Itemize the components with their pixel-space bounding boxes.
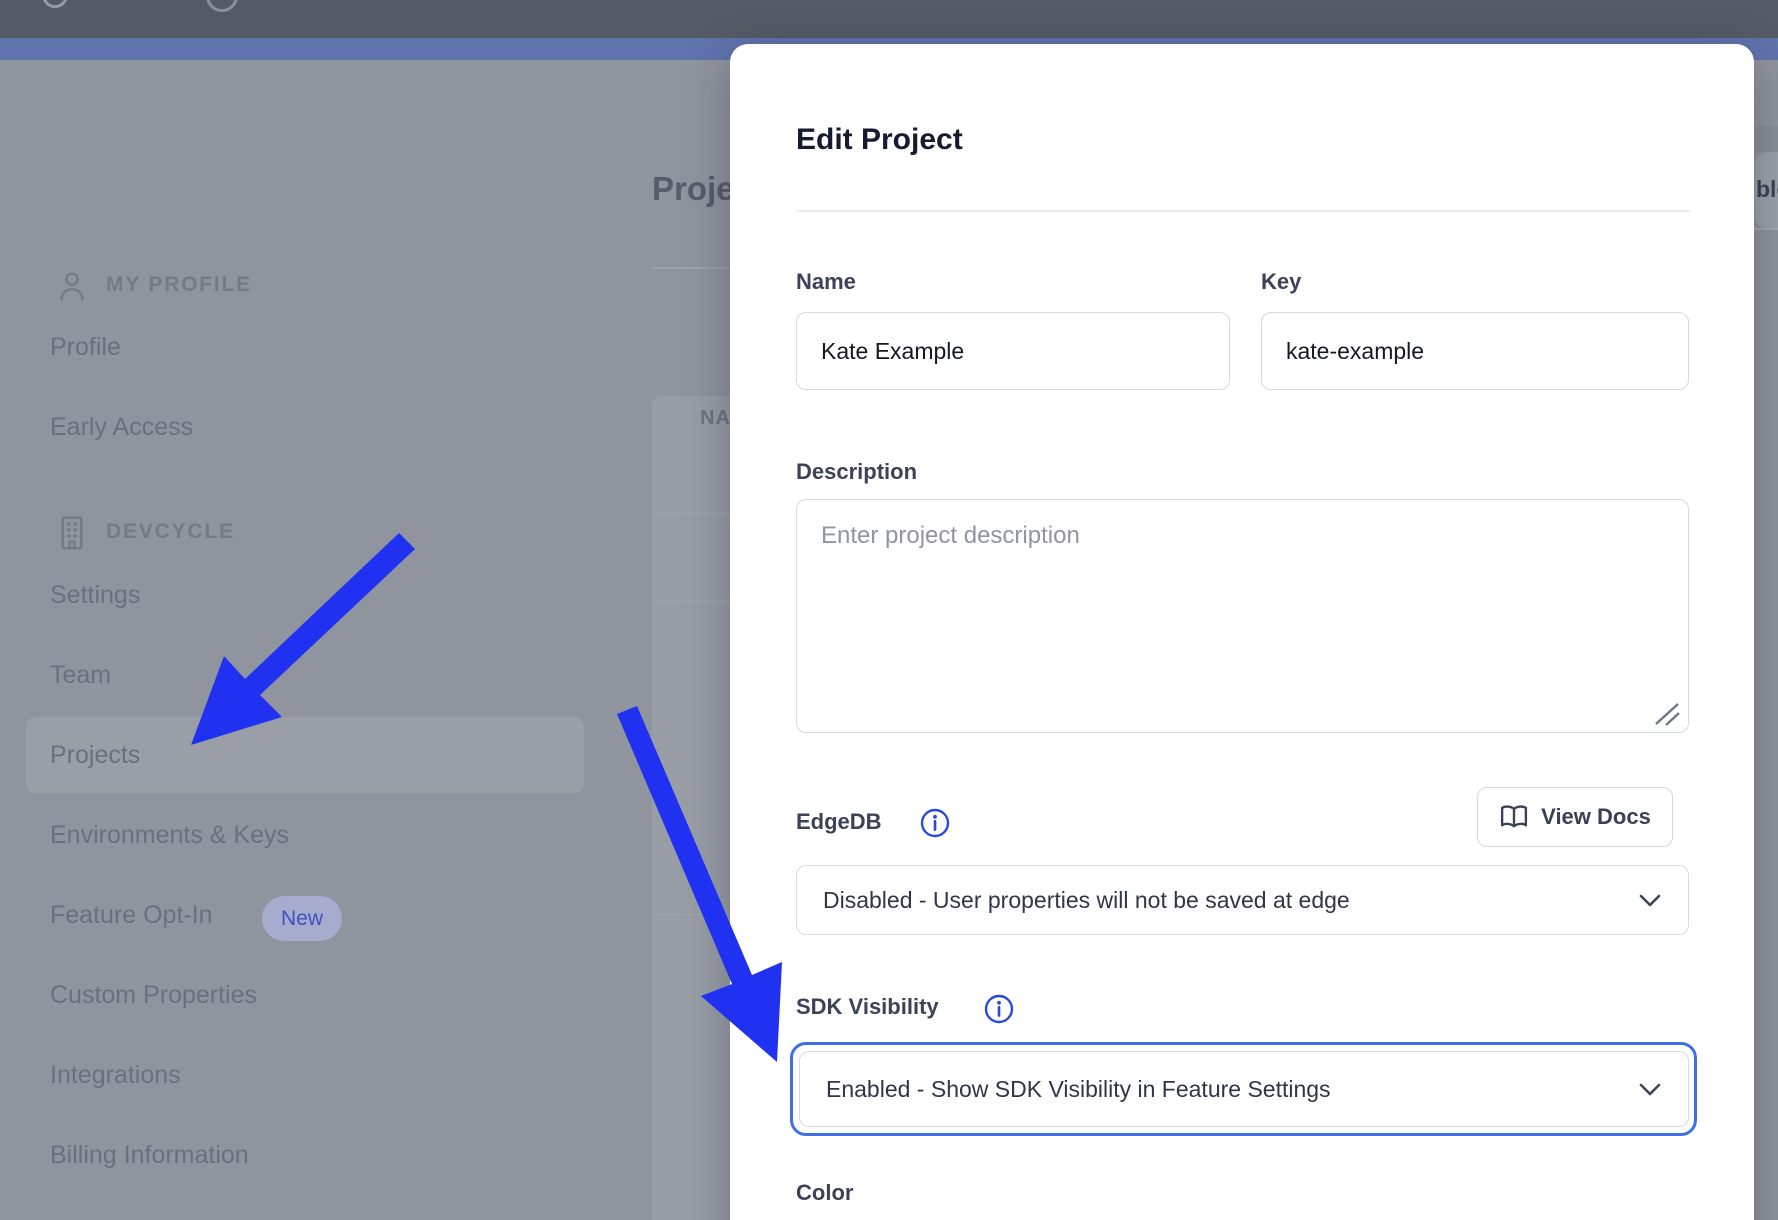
- sidebar-item-feature-opt-in[interactable]: Feature Opt-In: [50, 900, 213, 930]
- sidebar-item-profile[interactable]: Profile: [50, 332, 121, 362]
- building-icon: [56, 514, 88, 552]
- sidebar-section-devcycle: DEVCYCLE: [106, 519, 235, 545]
- sidebar-item-settings[interactable]: Settings: [50, 580, 140, 610]
- color-label: Color: [796, 1178, 853, 1208]
- annotation-arrow-projects: [191, 533, 415, 745]
- background-page-divider: [652, 267, 730, 269]
- modal-title: Edit Project: [796, 123, 963, 157]
- sidebar-item-team[interactable]: Team: [50, 660, 111, 690]
- background-right-line: [1754, 228, 1778, 230]
- sidebar-item-custom-properties[interactable]: Custom Properties: [50, 980, 257, 1010]
- resize-handle-icon[interactable]: [1652, 700, 1682, 728]
- chevron-down-icon: [1638, 893, 1662, 908]
- description-textarea[interactable]: [796, 499, 1689, 733]
- sidebar-item-environments-keys[interactable]: Environments & Keys: [50, 820, 289, 850]
- view-docs-button[interactable]: View Docs: [1477, 787, 1673, 847]
- sdk-visibility-select[interactable]: Enabled - Show SDK Visibility in Feature…: [799, 1051, 1689, 1127]
- book-icon: [1499, 803, 1529, 831]
- edgedb-label: EdgeDB: [796, 807, 882, 837]
- edgedb-selected-option: Disabled - User properties will not be s…: [823, 887, 1638, 914]
- key-input[interactable]: [1261, 312, 1689, 390]
- view-docs-label: View Docs: [1541, 804, 1651, 830]
- sdk-visibility-info-icon[interactable]: [982, 992, 1016, 1026]
- background-table-header-name: NA: [700, 407, 731, 430]
- sdk-visibility-selected-option: Enabled - Show SDK Visibility in Feature…: [826, 1076, 1638, 1103]
- chevron-down-icon: [1638, 1082, 1662, 1097]
- background-projects-table: [652, 396, 730, 1220]
- sidebar-item-billing-information[interactable]: Billing Information: [50, 1140, 249, 1170]
- background-table-row-line: [652, 914, 730, 915]
- background-table-row-line: [652, 601, 730, 602]
- background-page-title: Proje: [652, 170, 735, 208]
- user-icon: [56, 268, 88, 304]
- background-right-band: [1754, 126, 1778, 152]
- background-clipped-button-label: ble: [1756, 176, 1778, 203]
- sidebar-item-early-access[interactable]: Early Access: [50, 412, 193, 442]
- edit-project-modal: Edit Project Name Key Description EdgeDB…: [730, 44, 1754, 1220]
- sidebar-section-my-profile: MY PROFILE: [106, 272, 252, 298]
- logo-circle-icon: [42, 0, 68, 8]
- sidebar-item-projects[interactable]: Projects: [50, 740, 140, 770]
- modal-title-divider: [796, 210, 1690, 212]
- edgedb-select[interactable]: Disabled - User properties will not be s…: [796, 865, 1689, 935]
- edgedb-info-icon[interactable]: [918, 806, 952, 840]
- background-table-line: [652, 513, 730, 514]
- avatar-circle-icon: [206, 0, 238, 12]
- key-label: Key: [1261, 267, 1301, 297]
- description-label: Description: [796, 457, 917, 487]
- name-label: Name: [796, 267, 856, 297]
- sidebar-item-integrations[interactable]: Integrations: [50, 1060, 181, 1090]
- new-badge: New: [262, 896, 342, 941]
- sdk-visibility-label: SDK Visibility: [796, 992, 939, 1022]
- top-navigation-bar: [0, 0, 1778, 38]
- name-input[interactable]: [796, 312, 1230, 390]
